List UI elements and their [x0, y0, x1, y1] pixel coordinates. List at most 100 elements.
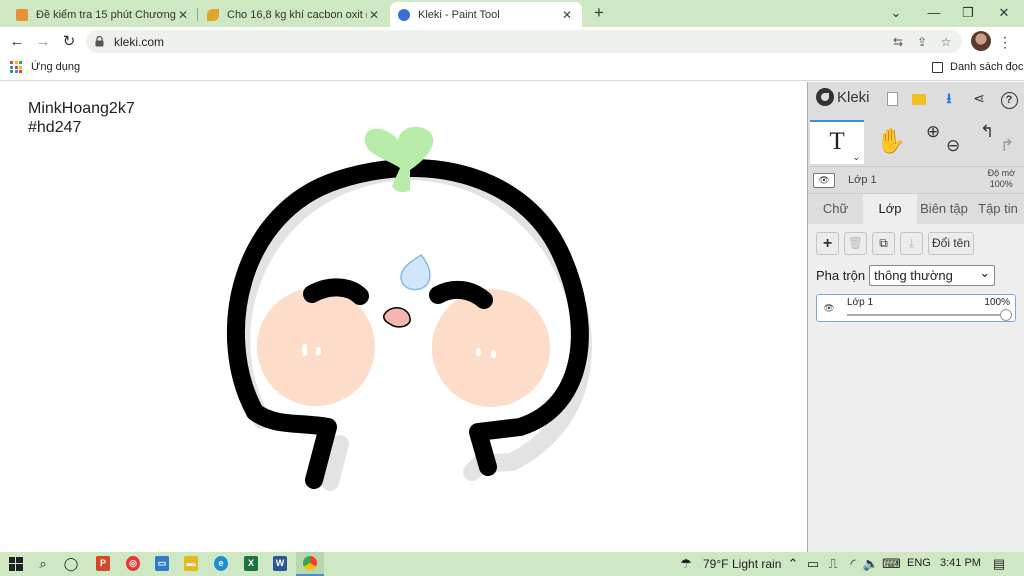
shadow-foot	[321, 435, 349, 491]
notification-icon[interactable]: ▤	[990, 555, 1008, 573]
browser-tab-strip: Đề kiểm tra 15 phút Chương 2: P ✕ Cho 16…	[0, 0, 1024, 27]
tab-text[interactable]: Chữ	[808, 194, 863, 224]
layer-opacity-handle[interactable]	[1000, 309, 1012, 321]
lock-icon	[95, 36, 104, 47]
orange-doc-icon	[16, 8, 28, 21]
leaf-icon	[207, 8, 219, 21]
merge-down-icon: ⤓	[908, 236, 915, 250]
app-red-icon[interactable]: ◎	[126, 556, 140, 571]
current-layer-bar: 👁 Lớp 1 Độ mờ 100%	[808, 166, 1024, 194]
opacity-value: 100%	[989, 179, 1013, 189]
share-icon[interactable]: ⇪	[914, 34, 930, 50]
chevron-up-icon[interactable]: ⌃	[784, 555, 802, 573]
tab-edit[interactable]: Biên tập	[917, 194, 971, 224]
close-icon[interactable]: ✕	[176, 8, 190, 22]
blend-mode-row: Pha trộn thông thường	[816, 263, 1016, 286]
close-window-button[interactable]: ✕	[984, 2, 1024, 24]
powerpoint-icon[interactable]: P	[96, 556, 110, 571]
kleki-logo-text: Kleki	[837, 88, 870, 106]
blend-mode-select[interactable]: thông thường	[869, 263, 996, 286]
blend-label: Pha trộn	[816, 267, 866, 283]
tab-kleki[interactable]: Kleki - Paint Tool ✕	[390, 2, 582, 27]
battery-icon[interactable]: ▭	[804, 555, 822, 573]
apps-label: Ứng dụng	[31, 61, 81, 73]
translate-icon[interactable]: ⇆	[890, 34, 906, 50]
word-icon[interactable]: W	[273, 556, 287, 571]
zoom-out-icon[interactable]: ⊖	[946, 136, 960, 156]
redo-icon[interactable]: ↱	[1000, 136, 1014, 156]
layer-list-item[interactable]: 👁 Lớp 1 100%	[816, 294, 1016, 322]
download-icon[interactable]: ⭳	[938, 88, 960, 108]
restore-button[interactable]: ❐	[948, 2, 988, 24]
reload-button[interactable]: ↻	[58, 31, 80, 53]
hand-tool-button[interactable]: ✋	[866, 120, 916, 164]
eye-icon[interactable]: 👁	[822, 303, 836, 313]
weather-icon[interactable]: ☂	[677, 555, 695, 573]
right-eye	[429, 280, 493, 309]
tab-quiz[interactable]: Đề kiểm tra 15 phút Chương 2: P ✕	[8, 2, 198, 27]
eye-icon[interactable]: 👁	[813, 173, 835, 188]
duplicate-layer-button[interactable]: ⧉	[872, 232, 895, 255]
new-tab-button[interactable]: +	[590, 4, 608, 22]
excel-icon[interactable]: X	[244, 556, 258, 571]
tab-title: Cho 16,8 kg khí cacbon oxit (CO	[227, 8, 367, 21]
close-icon[interactable]: ✕	[367, 8, 381, 22]
kleki-logo[interactable]: Kleki	[816, 88, 870, 106]
delete-layer-button[interactable]: 🗑	[844, 232, 867, 255]
tab-chemistry[interactable]: Cho 16,8 kg khí cacbon oxit (CO ✕	[199, 2, 389, 27]
close-icon[interactable]: ✕	[560, 8, 574, 22]
merge-down-button[interactable]: ⤓	[900, 232, 923, 255]
help-icon[interactable]: ?	[998, 88, 1020, 109]
monitor-icon[interactable]: ▭	[155, 556, 169, 571]
share-icon[interactable]: ⋖	[968, 88, 990, 108]
left-arm	[246, 403, 337, 489]
layers-panel: + 🗑 ⧉ ⤓ Đổi tên Pha trộn thông thường 👁 …	[808, 224, 1024, 552]
bookmark-star-icon[interactable]: ☆	[938, 34, 954, 50]
back-button[interactable]: ←	[6, 31, 28, 53]
new-image-icon[interactable]	[881, 88, 903, 108]
left-eye	[303, 278, 369, 305]
speaker-icon[interactable]: 🔈	[862, 555, 880, 573]
trash-icon: 🗑	[847, 236, 864, 250]
drawing-canvas[interactable]: MinkHoang2k7 #hd247	[0, 82, 807, 552]
reading-list[interactable]: Danh sách đọc	[932, 61, 1023, 73]
rename-layer-button[interactable]: Đổi tên	[928, 232, 974, 255]
language-indicator[interactable]: ENG	[907, 557, 931, 569]
clock[interactable]: 3:41 PM	[940, 557, 981, 569]
layer-item-opacity: 100%	[984, 297, 1010, 308]
cheek-highlight	[316, 347, 321, 355]
address-bar[interactable]: kleki.com ⇆ ⇪ ☆	[86, 30, 962, 53]
forward-button[interactable]: →	[32, 31, 54, 53]
edge-icon[interactable]: e	[214, 556, 228, 571]
tab-search-dropdown[interactable]: ⌄	[876, 2, 916, 24]
keyboard-icon[interactable]: ⌨	[882, 555, 901, 573]
browser-menu-icon[interactable]: ⋮	[998, 31, 1012, 53]
layer-opacity-slider[interactable]	[847, 314, 1005, 316]
task-view-icon[interactable]: ◯	[62, 555, 80, 573]
tab-file[interactable]: Tập tin	[971, 194, 1024, 224]
chevron-down-icon: ⌄	[852, 152, 860, 162]
tab-layers[interactable]: Lớp	[863, 194, 917, 224]
opacity-label: Độ mờ	[987, 168, 1015, 178]
current-layer-name: Lớp 1	[848, 174, 877, 186]
zoom-in-icon[interactable]: ⊕	[926, 122, 940, 142]
windows-start-icon[interactable]	[7, 555, 25, 573]
text-tool-button[interactable]: T ⌄	[810, 120, 864, 164]
usb-icon[interactable]: ⎍	[824, 555, 842, 573]
profile-avatar[interactable]	[971, 31, 991, 51]
chrome-icon	[303, 556, 317, 570]
text-tool-glyph: T	[829, 128, 845, 155]
search-icon[interactable]: ⌕	[34, 555, 52, 573]
undo-icon[interactable]: ↰	[980, 122, 994, 142]
weather-desc: Light rain	[732, 557, 782, 571]
open-folder-icon[interactable]	[908, 88, 930, 108]
file-explorer-icon[interactable]: ▬	[184, 556, 198, 571]
reading-list-icon	[932, 61, 943, 73]
add-layer-button[interactable]: +	[816, 232, 839, 255]
apps-shortcut[interactable]: Ứng dụng	[10, 61, 80, 73]
browser-toolbar: ← → ↻ kleki.com ⇆ ⇪ ☆ ⋮	[0, 27, 1024, 57]
chrome-taskbar-button[interactable]	[296, 552, 324, 576]
apps-grid-icon	[10, 61, 22, 73]
kleki-header: Kleki ⭳ ⋖ ?	[808, 82, 1024, 114]
wifi-icon[interactable]: ◜	[844, 555, 862, 573]
